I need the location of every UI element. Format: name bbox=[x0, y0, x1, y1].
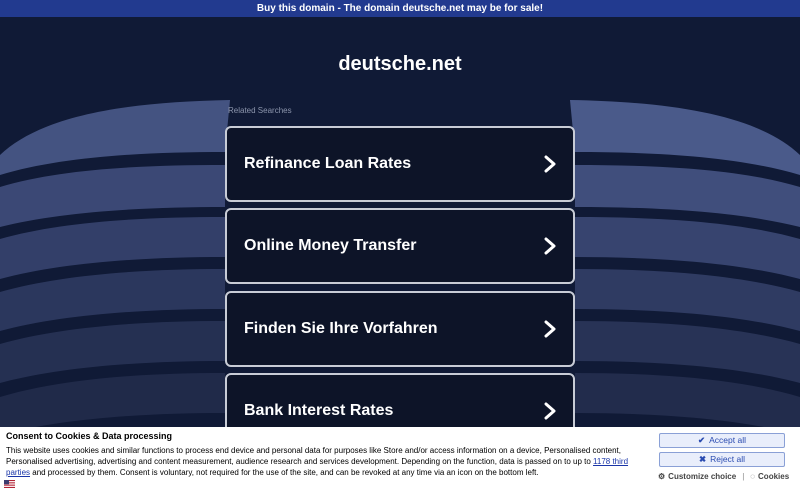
accept-all-button[interactable]: ✔ Accept all bbox=[659, 433, 785, 448]
accept-all-label: Accept all bbox=[709, 435, 746, 445]
chevron-right-icon bbox=[544, 237, 556, 255]
chevron-right-icon bbox=[544, 155, 556, 173]
related-searches-label: Related Searches bbox=[228, 106, 292, 115]
cookies-label: Cookies bbox=[758, 472, 790, 481]
consent-description: This website uses cookies and similar fu… bbox=[6, 445, 646, 478]
consent-title: Consent to Cookies & Data processing bbox=[6, 431, 173, 441]
chevron-right-icon bbox=[544, 320, 556, 338]
checkmark-icon: ✔ bbox=[698, 435, 706, 445]
reject-all-button[interactable]: ✖ Reject all bbox=[659, 452, 785, 467]
search-item-label: Online Money Transfer bbox=[244, 237, 417, 254]
cookies-link[interactable]: ◌ Cookies bbox=[750, 472, 789, 481]
for-sale-link[interactable]: Buy this domain - The domain deutsche.ne… bbox=[257, 3, 543, 14]
chevron-right-icon bbox=[544, 402, 556, 420]
consent-secondary-links: ⚙ Customize choice | ◌ Cookies bbox=[658, 472, 798, 481]
search-item-label: Refinance Loan Rates bbox=[244, 155, 412, 172]
cookie-icon: ◌ bbox=[750, 472, 756, 481]
customize-choice-link[interactable]: ⚙ Customize choice bbox=[658, 472, 736, 481]
consent-text-before: This website uses cookies and similar fu… bbox=[6, 446, 622, 466]
search-item-refinance-loan-rates[interactable]: Refinance Loan Rates bbox=[225, 126, 575, 202]
reject-all-label: Reject all bbox=[710, 454, 746, 464]
close-icon: ✖ bbox=[698, 454, 707, 464]
us-flag-icon[interactable] bbox=[4, 480, 15, 488]
consent-text-after: and processed by them. Consent is volunt… bbox=[30, 468, 539, 477]
for-sale-banner: Buy this domain - The domain deutsche.ne… bbox=[0, 0, 800, 17]
cookie-consent-banner: Consent to Cookies & Data processing Thi… bbox=[0, 427, 800, 500]
search-item-label: Finden Sie Ihre Vorfahren bbox=[244, 320, 438, 337]
search-item-label: Bank Interest Rates bbox=[244, 402, 394, 419]
customize-choice-label: Customize choice bbox=[668, 472, 737, 481]
domain-title: deutsche.net bbox=[338, 53, 462, 75]
gear-icon: ⚙ bbox=[658, 472, 666, 481]
links-separator: | bbox=[742, 472, 745, 481]
search-item-online-money-transfer[interactable]: Online Money Transfer bbox=[225, 208, 575, 284]
search-item-finden-sie-ihre-vorfahren[interactable]: Finden Sie Ihre Vorfahren bbox=[225, 291, 575, 367]
